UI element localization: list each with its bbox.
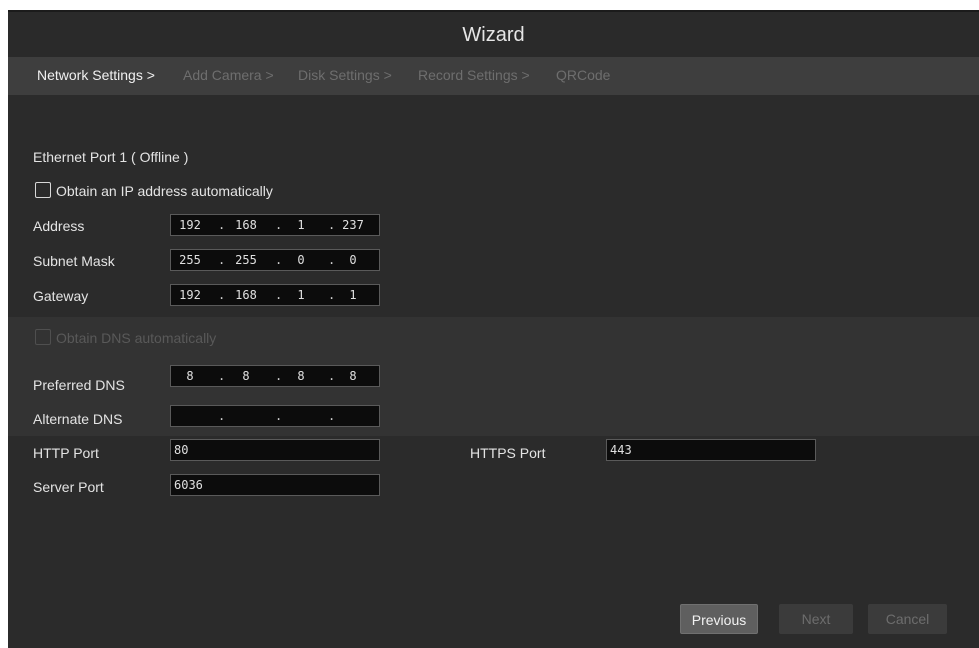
- previous-button[interactable]: Previous: [680, 604, 758, 634]
- step-record-settings: Record Settings >: [418, 67, 530, 83]
- preferred-dns-octet-3: 8: [297, 369, 305, 383]
- wizard-window: Wizard Network Settings > Add Camera > D…: [8, 10, 979, 648]
- preferred-dns-dot-3: .: [328, 369, 336, 383]
- address-dot-1: .: [218, 218, 226, 232]
- https-port-input[interactable]: 443: [606, 439, 816, 461]
- gateway-dot-1: .: [218, 288, 226, 302]
- alternate-dns-dot-3: .: [328, 409, 336, 423]
- gateway-label: Gateway: [33, 288, 89, 304]
- obtain-dns-checkbox[interactable]: [35, 329, 51, 345]
- obtain-ip-checkbox[interactable]: [35, 182, 51, 198]
- address-octet-2: 168: [235, 218, 257, 232]
- step-disk-settings: Disk Settings >: [298, 67, 392, 83]
- step-network-settings: Network Settings >: [37, 67, 155, 83]
- ethernet-port-label: Ethernet Port 1 ( Offline ): [33, 149, 189, 165]
- obtain-dns-label: Obtain DNS automatically: [56, 330, 217, 346]
- preferred-dns-dot-1: .: [218, 369, 226, 383]
- gateway-dot-2: .: [275, 288, 283, 302]
- subnet-mask-input[interactable]: 255 . 255 . 0 . 0: [170, 249, 380, 271]
- alternate-dns-dot-1: .: [218, 409, 226, 423]
- address-label: Address: [33, 218, 85, 234]
- wizard-content: Ethernet Port 1 ( Offline ) Obtain an IP…: [8, 95, 979, 648]
- subnet-octet-1: 255: [179, 253, 201, 267]
- address-dot-3: .: [328, 218, 336, 232]
- subnet-octet-3: 0: [297, 253, 305, 267]
- obtain-ip-label: Obtain an IP address automatically: [56, 183, 273, 199]
- alternate-dns-label: Alternate DNS: [33, 411, 123, 427]
- subnet-dot-1: .: [218, 253, 226, 267]
- subnet-dot-2: .: [275, 253, 283, 267]
- address-octet-4: 237: [342, 218, 364, 232]
- http-port-input[interactable]: 80: [170, 439, 380, 461]
- preferred-dns-label: Preferred DNS: [33, 377, 125, 393]
- server-port-input[interactable]: 6036: [170, 474, 380, 496]
- title-bar-border: [8, 10, 979, 12]
- http-port-value: 80: [174, 443, 189, 457]
- gateway-octet-2: 168: [235, 288, 257, 302]
- preferred-dns-input[interactable]: 8 . 8 . 8 . 8: [170, 365, 380, 387]
- address-octet-3: 1: [297, 218, 305, 232]
- https-port-label: HTTPS Port: [470, 445, 546, 461]
- server-port-label: Server Port: [33, 479, 104, 495]
- preferred-dns-octet-2: 8: [242, 369, 250, 383]
- gateway-input[interactable]: 192 . 168 . 1 . 1: [170, 284, 380, 306]
- address-input[interactable]: 192 . 168 . 1 . 237: [170, 214, 380, 236]
- next-button[interactable]: Next: [779, 604, 853, 634]
- alternate-dns-dot-2: .: [275, 409, 283, 423]
- preferred-dns-octet-1: 8: [186, 369, 194, 383]
- address-dot-2: .: [275, 218, 283, 232]
- gateway-octet-3: 1: [297, 288, 305, 302]
- address-octet-1: 192: [179, 218, 201, 232]
- http-port-label: HTTP Port: [33, 445, 99, 461]
- gateway-dot-3: .: [328, 288, 336, 302]
- subnet-octet-4: 0: [349, 253, 357, 267]
- step-add-camera: Add Camera >: [183, 67, 274, 83]
- title-bar: Wizard: [8, 10, 979, 57]
- preferred-dns-octet-4: 8: [349, 369, 357, 383]
- alternate-dns-input[interactable]: . . .: [170, 405, 380, 427]
- subnet-octet-2: 255: [235, 253, 257, 267]
- https-port-value: 443: [610, 443, 632, 457]
- window-title: Wizard: [462, 24, 525, 46]
- step-qrcode: QRCode: [556, 67, 611, 83]
- wizard-steps: Network Settings > Add Camera > Disk Set…: [8, 57, 979, 95]
- subnet-dot-3: .: [328, 253, 336, 267]
- gateway-octet-1: 192: [179, 288, 201, 302]
- preferred-dns-dot-2: .: [275, 369, 283, 383]
- gateway-octet-4: 1: [349, 288, 357, 302]
- subnet-mask-label: Subnet Mask: [33, 253, 115, 269]
- cancel-button[interactable]: Cancel: [868, 604, 947, 634]
- server-port-value: 6036: [174, 478, 203, 492]
